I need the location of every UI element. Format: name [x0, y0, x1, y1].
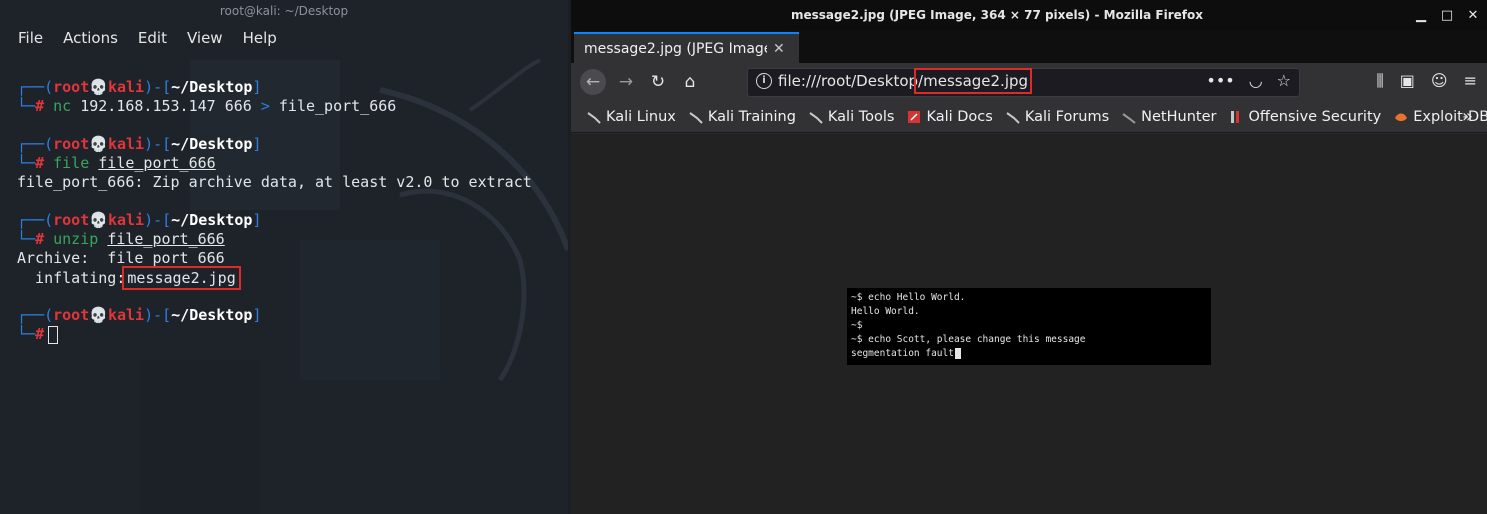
firefox-window[interactable]: message2.jpg (JPEG Image, 364 × 77 pixel… — [571, 0, 1487, 514]
tab-label: message2.jpg (JPEG Image, 364 × 77 pixel… — [584, 40, 767, 57]
home-icon[interactable]: ⌂ — [677, 69, 703, 95]
account-icon[interactable]: ☺ — [1431, 71, 1448, 91]
info-icon[interactable]: i — [756, 73, 772, 89]
bookmark-exploit-db[interactable]: Exploit-DB — [1394, 109, 1487, 125]
kali-dragon-icon — [689, 111, 703, 124]
image-cursor — [954, 348, 961, 359]
pocket-icon[interactable]: ◡ — [1249, 71, 1263, 90]
image-text-line: ~$ echo Scott, please change this messag… — [851, 334, 1086, 345]
library-icon[interactable]: ⫼ — [1376, 71, 1383, 91]
minimize-icon[interactable]: ▁ — [1413, 8, 1429, 23]
tab-close-icon[interactable]: ✕ — [773, 41, 785, 57]
command-line: └─# file file_port_666 — [17, 154, 216, 172]
back-icon[interactable]: ← — [580, 69, 606, 95]
command-line: └─# unzip file_port_666 — [17, 230, 225, 248]
bookmark-offensive-security[interactable]: Offensive Security — [1229, 109, 1381, 125]
image-text-line: ~$ — [851, 320, 863, 331]
command-line[interactable]: └─# — [17, 325, 59, 344]
forward-icon[interactable]: → — [613, 69, 639, 95]
url-text: file:///root/Desktop/message2.jpg — [778, 68, 1033, 94]
kali-docs-icon — [908, 110, 921, 123]
tab-strip: message2.jpg (JPEG Image, 364 × 77 pixel… — [571, 30, 1487, 88]
jpeg-image: ~$ echo Hello World. Hello World. ~$ ~$ … — [847, 288, 1211, 365]
url-bar[interactable]: i file:///root/Desktop/message2.jpg ••• … — [747, 68, 1300, 97]
firefox-titlebar: message2.jpg (JPEG Image, 364 × 77 pixel… — [571, 0, 1487, 30]
terminal-window[interactable]: root@kali: ~/Desktop File Actions Edit V… — [0, 0, 568, 514]
bookmark-kali-training[interactable]: Kali Training — [689, 109, 796, 125]
tab-message2[interactable]: message2.jpg (JPEG Image, 364 × 77 pixel… — [574, 32, 799, 63]
kali-dragon-icon — [809, 111, 823, 124]
bookmarks-overflow-icon[interactable]: » — [1462, 106, 1473, 127]
bookmarks-toolbar: Kali Linux Kali Training Kali Tools Kali… — [571, 101, 1487, 133]
output-line: file_port_666: Zip archive data, at leas… — [17, 173, 532, 191]
sidebar-icon[interactable]: ▣ — [1400, 71, 1415, 91]
menu-help[interactable]: Help — [233, 27, 287, 49]
output-line: inflating: message2.jpg — [17, 266, 241, 290]
page-content: ~$ echo Hello World. Hello World. ~$ ~$ … — [571, 134, 1487, 514]
bookmark-kali-forums[interactable]: Kali Forums — [1006, 109, 1109, 125]
exploit-db-icon — [1395, 113, 1408, 121]
window-title: message2.jpg (JPEG Image, 364 × 77 pixel… — [791, 8, 1203, 22]
menu-edit[interactable]: Edit — [128, 27, 177, 49]
menu-view[interactable]: View — [177, 27, 233, 49]
menu-icon[interactable]: ≡ — [1464, 71, 1477, 91]
image-text-line: ~$ echo Hello World. — [851, 292, 966, 303]
nethunter-icon — [1122, 112, 1136, 124]
menu-actions[interactable]: Actions — [53, 27, 128, 49]
page-actions-icon[interactable]: ••• — [1206, 71, 1234, 90]
kali-dragon-icon — [587, 111, 601, 124]
bookmark-kali-tools[interactable]: Kali Tools — [809, 109, 894, 125]
terminal-menubar: File Actions Edit View Help — [8, 27, 287, 49]
output-line: Archive: file_port_666 — [17, 249, 225, 267]
prompt-line: ┌──(root💀kali)-[~/Desktop] — [17, 211, 262, 229]
prompt-line: ┌──(root💀kali)-[~/Desktop] — [17, 78, 262, 96]
bookmark-kali-docs[interactable]: Kali Docs — [907, 109, 993, 125]
offsec-icon — [1231, 110, 1240, 123]
command-line: └─# nc 192.168.153.147 666 > file_port_6… — [17, 97, 397, 115]
highlighted-filename: message2.jpg — [122, 266, 241, 290]
menu-file[interactable]: File — [8, 27, 53, 49]
terminal-title: root@kali: ~/Desktop — [219, 4, 349, 18]
terminal-cursor — [48, 325, 59, 344]
url-highlight: /message2.jpg — [914, 68, 1033, 94]
reload-icon[interactable]: ↻ — [645, 69, 671, 95]
maximize-icon[interactable]: □ — [1439, 8, 1455, 23]
close-icon[interactable]: ✕ — [1465, 8, 1481, 23]
bookmark-nethunter[interactable]: NetHunter — [1122, 109, 1216, 125]
bookmark-star-icon[interactable]: ☆ — [1277, 71, 1291, 90]
bookmark-kali-linux[interactable]: Kali Linux — [587, 109, 676, 125]
kali-dragon-icon — [1006, 111, 1020, 124]
navigation-toolbar: ← → ↻ ⌂ i file:///root/Desktop/message2.… — [571, 63, 1487, 101]
prompt-line: ┌──(root💀kali)-[~/Desktop] — [17, 306, 262, 324]
image-text-line: Hello World. — [851, 306, 920, 317]
prompt-line: ┌──(root💀kali)-[~/Desktop] — [17, 135, 262, 153]
image-text-line: segmentation fault — [851, 347, 961, 361]
